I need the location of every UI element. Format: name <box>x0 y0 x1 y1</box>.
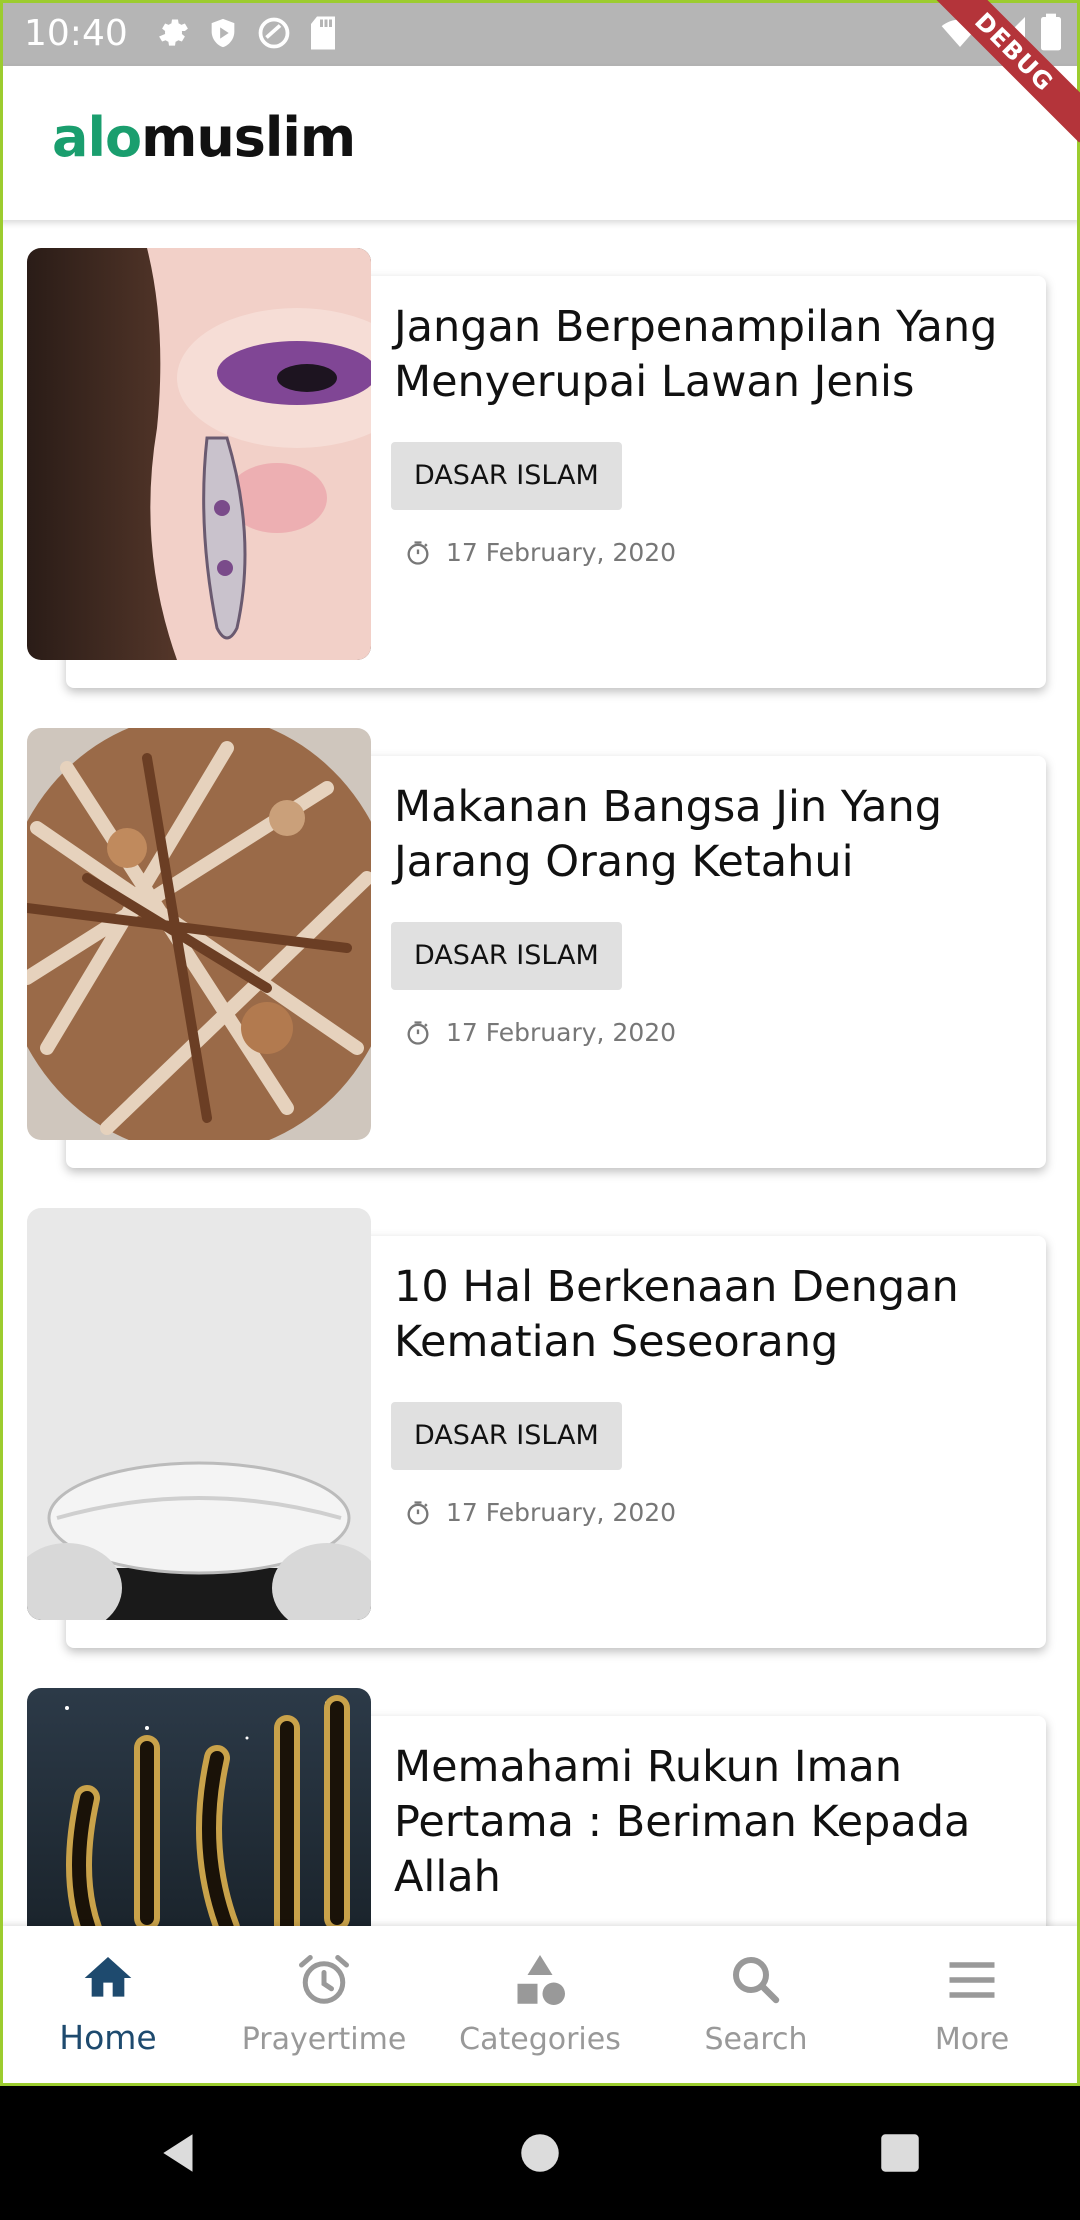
article-date-row: 17 February, 2020 <box>404 1018 676 1047</box>
article-title[interactable]: 10 Hal Berkenaan Dengan Kematian Seseora… <box>394 1260 1034 1370</box>
alarm-clock-icon <box>299 1955 349 2004</box>
nav-home[interactable]: Home <box>0 1926 216 2086</box>
article-item[interactable]: Memahami Rukun Iman Pertama : Beriman Ke… <box>0 1688 1080 1926</box>
nav-categories-label: Categories <box>459 2022 621 2057</box>
category-chip[interactable]: DASAR ISLAM <box>391 1402 622 1470</box>
article-thumbnail[interactable] <box>27 728 371 1140</box>
logo-alo: alo <box>52 106 142 169</box>
nav-categories[interactable]: Categories <box>432 1926 648 2086</box>
status-time: 10:40 <box>24 12 128 54</box>
home-icon <box>84 1957 132 1997</box>
timer-icon <box>407 1020 429 1045</box>
recents-icon[interactable] <box>875 2128 925 2178</box>
article-date-row: 17 February, 2020 <box>404 538 676 567</box>
home-circle-icon[interactable] <box>515 2128 565 2178</box>
status-bar: 10:40 DEBUG <box>0 0 1080 143</box>
article-item[interactable]: Makanan Bangsa Jin Yang Jarang Orang Ket… <box>0 728 1080 1178</box>
article-date: 17 February, 2020 <box>446 1018 677 1047</box>
nav-more-label: More <box>934 2022 1010 2057</box>
logo-muslim: muslim <box>141 106 356 169</box>
timer-icon <box>407 1500 429 1525</box>
shield-play-icon <box>211 18 235 48</box>
menu-icon <box>949 1962 995 1998</box>
article-list[interactable]: Jangan Berpenampilan Yang Menyerupai Law… <box>0 220 1080 1926</box>
app-bar: alomuslim <box>0 66 1080 220</box>
article-date: 17 February, 2020 <box>446 538 677 567</box>
category-shapes-icon <box>517 1955 565 2005</box>
article-item[interactable]: 10 Hal Berkenaan Dengan Kematian Seseora… <box>0 1208 1080 1658</box>
back-icon[interactable] <box>155 2128 205 2178</box>
article-thumbnail[interactable] <box>27 1208 371 1620</box>
article-title[interactable]: Memahami Rukun Iman Pertama : Beriman Ke… <box>394 1740 1034 1905</box>
nav-prayertime-label: Prayertime <box>241 2022 407 2057</box>
app-logo: alomuslim <box>52 106 356 169</box>
sd-card-icon <box>310 16 335 50</box>
article-date: 17 February, 2020 <box>446 1498 677 1527</box>
nav-prayertime[interactable]: Prayertime <box>216 1926 432 2086</box>
at-sign-icon <box>258 17 290 49</box>
article-title[interactable]: Makanan Bangsa Jin Yang Jarang Orang Ket… <box>394 780 1034 890</box>
article-date-row: 17 February, 2020 <box>404 1498 676 1527</box>
article-title[interactable]: Jangan Berpenampilan Yang Menyerupai Law… <box>394 300 1034 410</box>
status-notification-icons <box>154 15 338 51</box>
category-chip[interactable]: DASAR ISLAM <box>391 922 622 990</box>
nav-home-label: Home <box>59 2018 157 2057</box>
category-chip[interactable]: DASAR ISLAM <box>391 442 622 510</box>
nav-search-label: Search <box>704 2022 808 2057</box>
nav-more[interactable]: More <box>864 1926 1080 2086</box>
battery-icon <box>1041 13 1061 51</box>
article-thumbnail[interactable] <box>27 248 371 660</box>
search-icon <box>733 1957 780 2004</box>
nav-search[interactable]: Search <box>648 1926 864 2086</box>
settings-icon <box>158 19 188 46</box>
system-navigation-bar <box>0 2086 1080 2220</box>
article-thumbnail[interactable] <box>27 1688 371 1926</box>
timer-icon <box>407 540 429 565</box>
article-item[interactable]: Jangan Berpenampilan Yang Menyerupai Law… <box>0 248 1080 698</box>
bottom-navigation: Home Prayertime Categories Search More <box>0 1926 1080 2086</box>
